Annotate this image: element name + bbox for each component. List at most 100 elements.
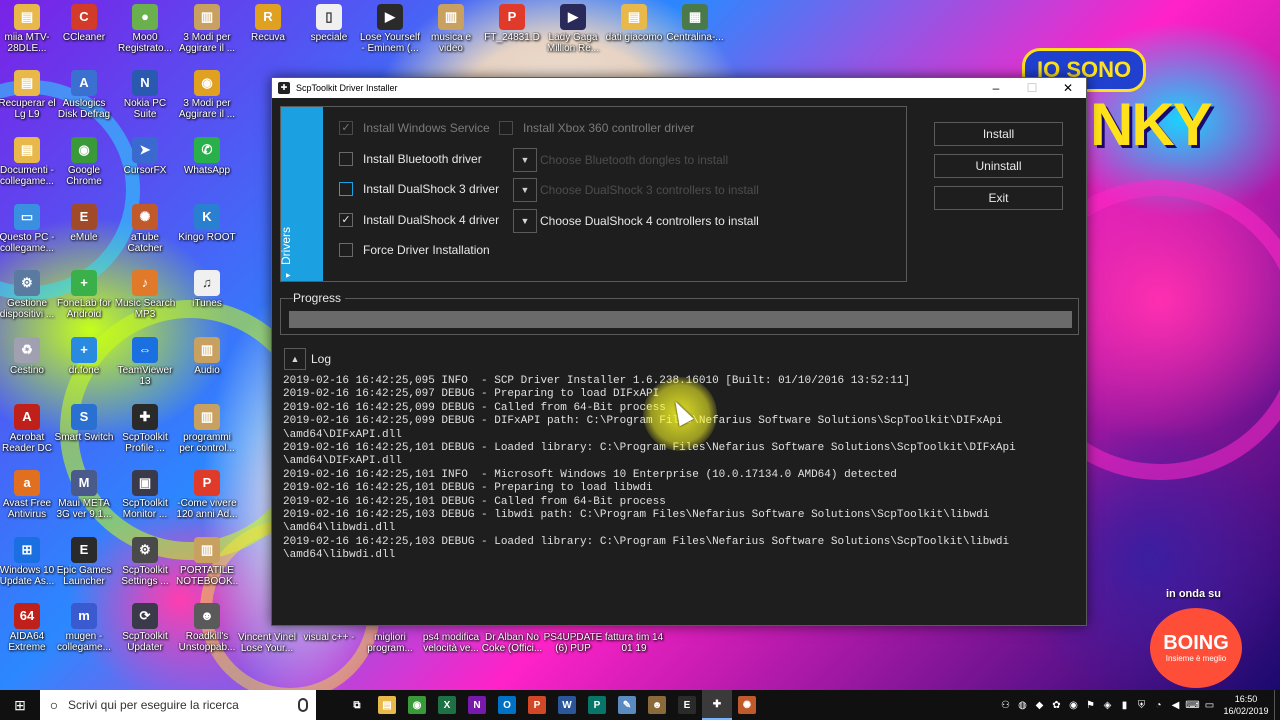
desktop-icon[interactable]: M Maui META 3G ver 9.1...	[53, 470, 115, 522]
desktop-icon[interactable]: N Nokia PC Suite	[114, 70, 176, 122]
desktop-icon[interactable]: ▤ Recuperar el Lg L9	[0, 70, 58, 122]
desktop-icon[interactable]: ▥ 3 Modi per Aggirare il ...	[176, 4, 238, 56]
checkbox-box[interactable]	[339, 152, 353, 166]
tray-app-icon[interactable]: ◆	[1031, 700, 1048, 711]
desktop-icon[interactable]: ⟳ ScpToolkit Updater	[114, 603, 176, 655]
checkbox-4[interactable]: Force Driver Installation	[339, 243, 490, 257]
taskbar-app[interactable]: O	[492, 690, 522, 720]
desktop-icon[interactable]: EeMule	[53, 204, 115, 256]
tray-app-icon[interactable]: ⚑	[1082, 700, 1099, 711]
title-bar[interactable]: ✚ ScpToolkit Driver Installer – ☐ ✕	[272, 78, 1086, 98]
desktop-icon[interactable]: ⇔ TeamViewer 13	[114, 337, 176, 389]
desktop-icon[interactable]: migliori program...	[359, 632, 421, 656]
taskbar-app[interactable]: ◉	[402, 690, 432, 720]
desktop-icon[interactable]: ♪ Music Search MP3	[114, 270, 176, 322]
taskbar-app[interactable]: W	[552, 690, 582, 720]
desktop-icon[interactable]: Vincent Vinel Lose Your...	[236, 632, 298, 656]
desktop-icon[interactable]: ♫ iTunes	[176, 270, 238, 322]
tray-app-icon[interactable]: ✿	[1048, 700, 1065, 711]
desktop-icon[interactable]: P -Come vivere 120 anni Ad...	[176, 470, 238, 522]
desktop-icon[interactable]: ✚ ScpToolkit Profile ...	[114, 404, 176, 456]
show-desktop-button[interactable]	[1274, 690, 1280, 720]
drivers-tab[interactable]: Drivers ▶	[279, 107, 323, 281]
network-icon[interactable]: ◔	[1150, 700, 1167, 711]
desktop-icon[interactable]: fattura tim 14 01 19	[603, 632, 665, 656]
checkbox-box[interactable]	[339, 182, 353, 196]
taskbar-app[interactable]: N	[462, 690, 492, 720]
desktop-icon[interactable]: ⚙ Gestione dispositivi ...	[0, 270, 58, 322]
checkbox-3[interactable]: ✓ Install DualShock 4 driver	[339, 213, 499, 227]
checkbox-2[interactable]: Install DualShock 3 driver	[339, 182, 499, 196]
minimize-button[interactable]: –	[978, 78, 1014, 98]
desktop-icon[interactable]: ▤ dati giacomo	[603, 4, 665, 56]
desktop-icon[interactable]: ◉ 3 Modi per Aggirare il ...	[176, 70, 238, 122]
desktop-icon[interactable]: + FoneLab for Android	[53, 270, 115, 322]
install-button[interactable]: Install	[934, 122, 1063, 146]
start-button[interactable]: ⊞	[0, 690, 40, 720]
taskbar-app[interactable]: ✎	[612, 690, 642, 720]
desktop-icon[interactable]: 64 AIDA64 Extreme	[0, 603, 58, 655]
desktop-icon[interactable]: ⚙ ScpToolkit Settings ...	[114, 537, 176, 589]
desktop-icon[interactable]: ▭ Questo PC - collegame...	[0, 204, 58, 256]
desktop-icon[interactable]: a Avast Free Antivirus	[0, 470, 58, 522]
desktop-icon[interactable]: E Epic Games Launcher	[53, 537, 115, 589]
microphone-icon[interactable]	[298, 698, 308, 712]
taskbar-app[interactable]: ✺	[732, 690, 762, 720]
desktop-icon[interactable]: ▤ miia MTV-28DLE...	[0, 4, 58, 56]
uninstall-button[interactable]: Uninstall	[934, 154, 1063, 178]
taskbar-app[interactable]: X	[432, 690, 462, 720]
desktop-icon[interactable]: ✆ WhatsApp	[176, 137, 238, 189]
desktop-icon[interactable]: ☻ Roadkill's Unstoppab...	[176, 603, 238, 655]
dropdown-2[interactable]: ▼ Choose DualShock 4 controllers to insta…	[513, 209, 759, 233]
desktop-icon[interactable]: ▥ Audio	[176, 337, 238, 389]
desktop-icon[interactable]: ✺ aTube Catcher	[114, 204, 176, 256]
desktop-icon[interactable]: ➤ CursorFX	[114, 137, 176, 189]
desktop-icon[interactable]: ▥ programmi per control...	[176, 404, 238, 456]
desktop-icon[interactable]: ● Moo0 Registrato...	[114, 4, 176, 56]
desktop-icon[interactable]: ▶ Lady Gaga Million Re...	[542, 4, 604, 56]
desktop-icon[interactable]: ▥ PORTATILE NOTEBOOK...	[176, 537, 238, 589]
desktop-icon[interactable]: ⊞ Windows 10 Update As...	[0, 537, 58, 589]
desktop-icon[interactable]: + dr.fone	[53, 337, 115, 389]
exit-button[interactable]: Exit	[934, 186, 1063, 210]
maximize-button[interactable]: ☐	[1014, 78, 1050, 98]
desktop-icon[interactable]: P FT_24831.D	[481, 4, 543, 56]
desktop-icon[interactable]: A Auslogics Disk Defrag	[53, 70, 115, 122]
desktop-icon[interactable]: C CCleaner	[53, 4, 115, 56]
search-box[interactable]: ○ Scrivi qui per eseguire la ricerca	[40, 690, 316, 720]
desktop-icon[interactable]: PS4UPDATE (6) PUP	[542, 632, 604, 656]
desktop-icon[interactable]: ▤ Documenti - collegame...	[0, 137, 58, 189]
desktop-icon[interactable]: A Acrobat Reader DC	[0, 404, 58, 456]
desktop-icon[interactable]: m mugen - collegame...	[53, 603, 115, 655]
desktop-icon[interactable]: ▶ Lose Yourself - Eminem (...	[359, 4, 421, 56]
desktop-icon[interactable]: ps4 modifica velocità ve...	[420, 632, 482, 656]
desktop-icon[interactable]: Dr Alban No Coke (Offici...	[481, 632, 543, 656]
desktop-icon[interactable]: ♻ Cestino	[0, 337, 58, 389]
taskbar-app[interactable]: ☻	[642, 690, 672, 720]
checkbox-box[interactable]	[339, 243, 353, 257]
taskbar-app[interactable]: P	[522, 690, 552, 720]
checkbox-box[interactable]: ✓	[339, 213, 353, 227]
log-collapse-button[interactable]: ▲	[284, 348, 306, 370]
checkbox-1[interactable]: Install Bluetooth driver	[339, 152, 482, 166]
firefox-icon[interactable]: ◍	[1014, 700, 1031, 711]
desktop-icon[interactable]: R Recuva	[237, 4, 299, 56]
dropdown-arrow[interactable]: ▼	[513, 209, 537, 233]
desktop-icon[interactable]: ▯ speciale	[298, 4, 360, 56]
battery-icon[interactable]: ▮	[1116, 700, 1133, 711]
desktop-icon[interactable]: ▥ musica e video	[420, 4, 482, 56]
close-button[interactable]: ✕	[1050, 78, 1086, 98]
keyboard-icon[interactable]: ⌨	[1184, 700, 1201, 711]
desktop-icon[interactable]: K Kingo ROOT	[176, 204, 238, 256]
volume-icon[interactable]: ◀	[1167, 700, 1184, 711]
desktop-icon[interactable]: visual c++ -	[298, 632, 360, 656]
people-icon[interactable]: ⚇	[997, 700, 1014, 711]
desktop-icon[interactable]: ◉ Google Chrome	[53, 137, 115, 189]
tray-app-icon[interactable]: ◉	[1065, 700, 1082, 711]
taskbar-app[interactable]: ▤	[372, 690, 402, 720]
clock[interactable]: 16:50 16/02/2019	[1218, 693, 1274, 717]
desktop-icon[interactable]: ▣ ScpToolkit Monitor ...	[114, 470, 176, 522]
taskbar-app[interactable]: P	[582, 690, 612, 720]
taskbar-app[interactable]: E	[672, 690, 702, 720]
tray-app-icon[interactable]: ◈	[1099, 700, 1116, 711]
